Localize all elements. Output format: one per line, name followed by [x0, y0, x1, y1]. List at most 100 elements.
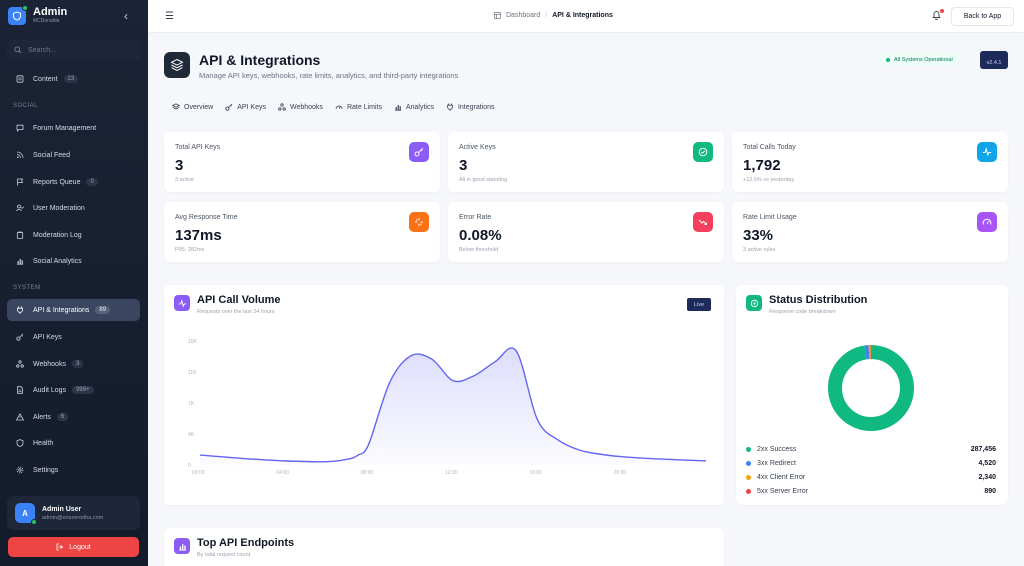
api-call-volume-chart: 0 4K 7K 11K 15K 00:00 04:00 08:00 12:00 16:00 20:0… — [188, 339, 707, 476]
y-tick-label: 11K — [188, 370, 197, 376]
menu-icon[interactable]: ☰ — [165, 11, 174, 22]
sidebar-item-label: User Moderation — [33, 204, 85, 212]
collapse-sidebar-icon[interactable]: ‹ — [124, 9, 128, 23]
flag-icon — [16, 178, 24, 186]
sidebar-item-forum-management[interactable]: Forum Management — [7, 117, 140, 139]
stat-value: 3 — [459, 157, 468, 174]
tab-api-keys[interactable]: API Keys — [225, 103, 266, 111]
logout-button[interactable]: Logout — [8, 537, 139, 557]
tab-webhooks[interactable]: Webhooks — [278, 103, 323, 111]
legend-swatch — [746, 474, 751, 480]
notification-dot — [940, 9, 944, 13]
stat-card-total-calls: Total Calls Today 1,792 +12.5% vs yester… — [732, 132, 1008, 192]
sidebar-item-moderation-log[interactable]: Moderation Log — [7, 224, 140, 246]
brand-subtitle: MCDonalda — [33, 18, 60, 24]
layers-icon — [172, 103, 180, 110]
sidebar-item-label: Audit Logs — [33, 386, 67, 394]
stat-value: 3 — [175, 157, 184, 174]
x-tick-label: 12:00 — [445, 470, 458, 476]
key-icon — [409, 142, 429, 162]
tab-overview[interactable]: Overview — [172, 103, 213, 111]
search-input[interactable] — [28, 46, 128, 54]
stat-label: Total API Keys — [175, 144, 221, 151]
breadcrumb-dashboard[interactable]: Dashboard — [506, 12, 540, 19]
x-tick-label: 20:00 — [614, 470, 627, 476]
panel-title: Status Distribution — [769, 294, 868, 306]
stat-foot: 3 active — [175, 177, 194, 183]
tab-label: Rate Limits — [346, 103, 382, 111]
logout-icon — [56, 543, 64, 551]
search-icon — [14, 46, 22, 54]
stat-card-rate-limit-usage: Rate Limit Usage 33% 3 active rules — [732, 202, 1008, 262]
sidebar-item-api-keys[interactable]: API Keys — [7, 326, 140, 348]
version-badge: v2.4.1 — [980, 51, 1008, 69]
stat-foot: Below threshold — [459, 247, 499, 253]
sidebar-item-social-feed[interactable]: Social Feed — [7, 144, 140, 166]
tab-integrations[interactable]: Integrations — [446, 103, 495, 111]
user-card[interactable]: A Admin User admin@enszerodha.com — [7, 496, 140, 530]
legend-label: 3xx Redirect — [757, 459, 796, 467]
sidebar-item-user-moderation[interactable]: User Moderation — [7, 197, 140, 219]
legend-swatch — [746, 460, 751, 466]
stat-card-avg-response-time: Avg Response Time 137ms P95: 282ms — [164, 202, 440, 262]
sidebar-item-settings[interactable]: Settings — [7, 459, 140, 481]
sidebar-item-social-analytics[interactable]: Social Analytics — [7, 250, 140, 272]
sidebar-item-alerts[interactable]: Alerts 6 — [7, 406, 140, 428]
stat-card-active-keys: Active Keys 3 All in good standing — [448, 132, 724, 192]
panel-title: Top API Endpoints — [197, 537, 295, 549]
webhook-icon — [16, 360, 24, 368]
shield-icon — [8, 4, 28, 25]
sidebar-item-label: Alerts — [33, 413, 51, 421]
sidebar-item-label: Reports Queue — [33, 178, 81, 186]
panel-title: API Call Volume — [197, 294, 281, 306]
panel-subtitle: Response code breakdown — [769, 309, 836, 315]
stat-value: 1,792 — [743, 157, 781, 174]
legend-swatch — [746, 488, 751, 494]
section-label-system: SYSTEM — [13, 285, 41, 291]
bar-chart-icon — [16, 257, 24, 265]
legend-row-4xx: 4xx Client Error 2,340 — [746, 471, 996, 483]
sidebar-item-audit-logs[interactable]: Audit Logs 999+ — [7, 379, 140, 401]
tab-analytics[interactable]: Analytics — [394, 103, 434, 111]
count-badge: 6 — [56, 413, 69, 421]
system-status-text: All Systems Operational — [894, 56, 953, 63]
stat-foot: P95: 282ms — [175, 247, 205, 253]
sidebar-item-reports-queue[interactable]: Reports Queue 0 — [7, 171, 140, 193]
tab-label: Analytics — [405, 103, 434, 111]
bell-icon[interactable] — [932, 9, 944, 22]
legend-swatch — [746, 446, 751, 452]
sidebar-item-label: Social Feed — [33, 151, 70, 159]
live-badge[interactable]: Live — [687, 298, 711, 311]
alert-triangle-icon — [16, 413, 24, 421]
back-to-app-button[interactable]: Back to App — [951, 7, 1014, 26]
tab-label: Webhooks — [289, 103, 323, 111]
legend-row-5xx: 5xx Server Error 890 — [746, 485, 996, 497]
sidebar-item-api-integrations[interactable]: API & Integrations 89 — [7, 299, 140, 321]
plug-icon — [447, 103, 453, 111]
check-circle-icon — [693, 142, 713, 162]
activity-icon — [174, 295, 190, 311]
avatar: A — [15, 503, 37, 525]
brand[interactable]: Admin MCDonalda — [8, 4, 68, 25]
sidebar-item-label: Webhooks — [33, 360, 66, 368]
sidebar-search[interactable] — [7, 40, 140, 60]
webhook-icon — [278, 103, 286, 111]
status-distribution-panel: Status Distribution Response code breakd… — [736, 285, 1008, 505]
sidebar-item-content[interactable]: Content 23 — [7, 68, 140, 90]
count-badge: 0 — [86, 178, 98, 186]
stat-card-total-api-keys: Total API Keys 3 3 active — [164, 132, 440, 192]
brand-title: Admin — [33, 6, 68, 18]
donut-slice-2xx — [828, 345, 914, 431]
legend-label: 4xx Client Error — [757, 473, 806, 481]
online-dot — [22, 4, 28, 11]
trending-down-icon — [693, 212, 713, 232]
tab-rate-limits[interactable]: Rate Limits — [335, 103, 382, 111]
y-tick-label: 4K — [188, 432, 195, 438]
sidebar-item-webhooks[interactable]: Webhooks 3 — [7, 353, 140, 375]
sidebar-item-health[interactable]: Health — [7, 432, 140, 454]
user-email: admin@enszerodha.com — [42, 514, 104, 521]
sidebar-item-label: API Keys — [33, 333, 62, 341]
stat-card-error-rate: Error Rate 0.08% Below threshold — [448, 202, 724, 262]
status-donut-chart — [828, 345, 914, 431]
legend-label: 5xx Server Error — [757, 487, 808, 495]
